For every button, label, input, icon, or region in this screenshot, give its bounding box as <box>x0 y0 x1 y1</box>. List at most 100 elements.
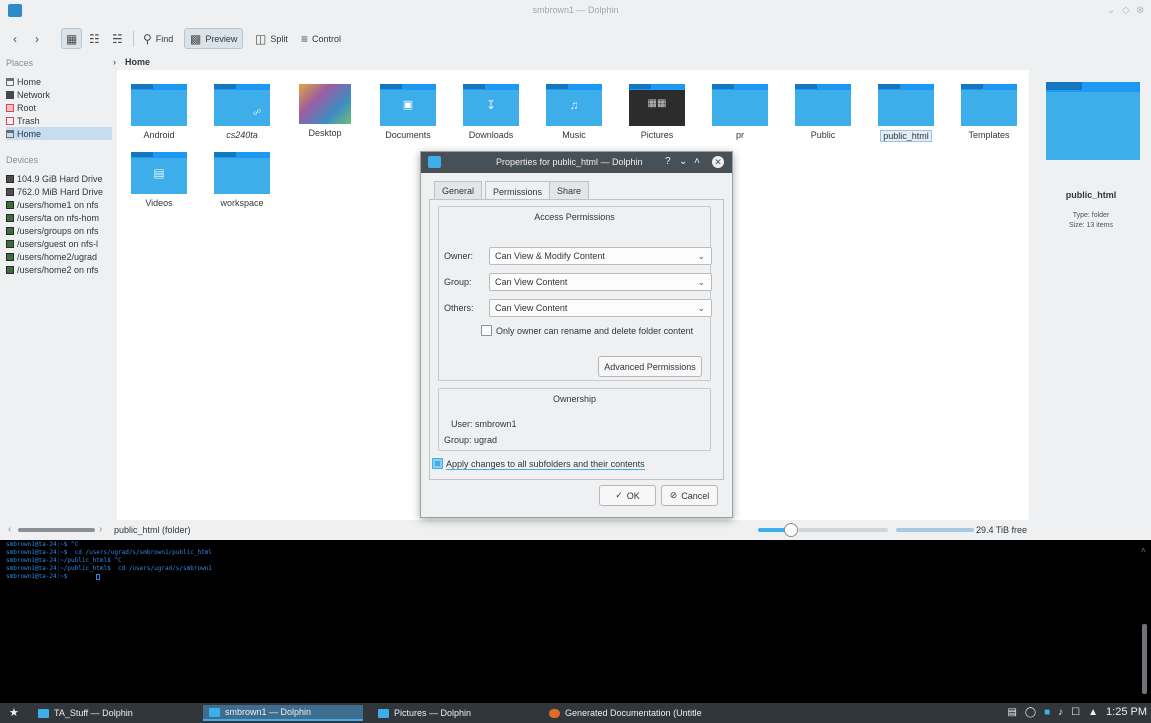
folder-pictures-icon: ▦▦ <box>629 84 685 126</box>
find-button[interactable]: ⚲ Find <box>138 28 178 49</box>
horizontal-scrollbar[interactable] <box>18 528 95 532</box>
system-tray: ▤ ◯ ■ ♪ ☐ ▲ 1:25 PM <box>1007 706 1147 718</box>
file-item-pr[interactable]: pr <box>698 84 782 140</box>
place-home-selected[interactable]: Home <box>6 127 112 140</box>
maximize-icon[interactable]: ◇ <box>1122 5 1130 16</box>
back-button[interactable]: ‹ <box>8 28 22 49</box>
file-item-public-html[interactable]: public_html <box>864 84 948 142</box>
file-item-workspace[interactable]: workspace <box>200 152 284 208</box>
tab-share[interactable]: Share <box>549 181 590 200</box>
device-item[interactable]: 104.9 GiB Hard Drive <box>6 172 112 185</box>
maximize-icon[interactable]: ˄ <box>694 156 700 167</box>
file-label: Music <box>562 130 586 140</box>
file-item-templates[interactable]: Templates <box>947 84 1031 140</box>
folder-link-icon: ☍ <box>214 84 270 126</box>
terminal-line: smbrown1@ta-24:~$ ^C <box>6 541 79 548</box>
details-view-button[interactable]: ☵ <box>107 28 128 49</box>
file-item-desktop[interactable]: Desktop <box>283 84 367 138</box>
device-item[interactable]: /users/guest on nfs-l <box>6 237 112 250</box>
forward-button[interactable]: › <box>30 28 44 49</box>
task-smbrown1[interactable]: smbrown1 — Dolphin <box>203 705 363 721</box>
minimize-icon[interactable]: ⌄ <box>1107 5 1115 16</box>
minimize-icon[interactable]: ⌄ <box>679 156 687 167</box>
task-ta-stuff[interactable]: TA_Stuff — Dolphin <box>32 705 192 721</box>
file-item-android[interactable]: Android <box>117 84 201 140</box>
updates-icon[interactable]: ◯ <box>1025 707 1036 718</box>
terminal-cursor <box>96 574 100 580</box>
zoom-slider-track[interactable] <box>798 528 888 532</box>
file-item-public[interactable]: Public <box>781 84 865 140</box>
chevron-down-icon: ⌄ <box>697 303 705 313</box>
terminal-panel[interactable]: smbrown1@ta-24:~$ ^C smbrown1@ta-24:~$ c… <box>0 540 1151 703</box>
taskbar: ★ TA_Stuff — Dolphin smbrown1 — Dolphin … <box>0 703 1151 723</box>
compact-view-button[interactable]: ☷ <box>84 28 105 49</box>
device-item[interactable]: /users/groups on nfs <box>6 224 112 237</box>
terminal-scroll-thumb[interactable] <box>1142 624 1147 694</box>
task-generated-docs[interactable]: Generated Documentation (Untitle <box>543 705 713 721</box>
close-icon[interactable]: ⊗ <box>1136 5 1144 16</box>
clipboard-icon[interactable]: ▤ <box>1007 707 1016 718</box>
group-label: Group: <box>444 277 472 287</box>
scroll-up-icon[interactable]: ˄ <box>1141 546 1146 555</box>
preview-label: Preview <box>205 33 238 44</box>
tab-general[interactable]: General <box>434 181 483 200</box>
file-item-cs240ta[interactable]: ☍ cs240ta <box>200 84 284 140</box>
only-owner-label: Only owner can rename and delete folder … <box>496 326 694 336</box>
window-titlebar[interactable]: smbrown1 — Dolphin ⌄ ◇ ⊗ <box>0 0 1151 22</box>
file-item-downloads[interactable]: ↧ Downloads <box>449 84 533 140</box>
advanced-permissions-button[interactable]: Advanced Permissions <box>598 356 702 377</box>
close-icon[interactable]: ✕ <box>712 156 724 168</box>
device-item[interactable]: /users/ta on nfs-hom <box>6 211 112 224</box>
file-item-videos[interactable]: ▤ Videos <box>117 152 201 208</box>
apply-recursive-checkbox[interactable] <box>432 458 443 469</box>
group-permission-select[interactable]: Can View Content ⌄ <box>489 273 712 291</box>
device-item[interactable]: 762.0 MiB Hard Drive <box>6 185 112 198</box>
control-button[interactable]: ≡ Control <box>296 28 346 49</box>
info-size: Size: 13 items <box>1069 222 1113 229</box>
zoom-slider-handle[interactable] <box>784 523 798 537</box>
task-pictures[interactable]: Pictures — Dolphin <box>372 705 532 721</box>
split-label: Split <box>270 33 288 44</box>
breadcrumb-home[interactable]: Home <box>125 57 150 67</box>
desktop-thumbnail <box>299 84 351 124</box>
scroll-right-icon[interactable]: › <box>99 524 102 535</box>
place-root[interactable]: Root <box>6 101 112 114</box>
control-label: Control <box>312 33 342 44</box>
device-item[interactable]: /users/home2 on nfs <box>6 263 112 276</box>
others-label: Others: <box>444 303 474 313</box>
split-button[interactable]: ◫ Split <box>250 28 293 49</box>
terminal-scrollbar[interactable]: ˄ <box>1141 546 1148 696</box>
free-space-text: 29.4 TiB free <box>976 525 1028 535</box>
owner-permission-select[interactable]: Can View & Modify Content ⌄ <box>489 247 712 265</box>
dialog-titlebar[interactable]: Properties for public_html — Dolphin ? ⌄… <box>421 152 732 173</box>
volume-icon[interactable]: ♪ <box>1058 707 1063 718</box>
root-folder-icon <box>6 103 14 112</box>
details-view-icon: ☵ <box>112 31 123 46</box>
place-home[interactable]: Home <box>6 75 112 88</box>
tray-expand-icon[interactable]: ▲ <box>1088 707 1098 718</box>
preview-button[interactable]: ▩ Preview <box>184 28 244 49</box>
file-item-documents[interactable]: ▣ Documents <box>366 84 450 140</box>
application-launcher-icon[interactable]: ★ <box>9 706 19 719</box>
display-icon[interactable]: ■ <box>1044 707 1050 718</box>
icons-view-button[interactable]: ▦ <box>61 28 82 49</box>
scroll-left-icon[interactable]: ‹ <box>8 524 11 535</box>
terminal-line: smbrown1@ta-24:~/public_html$ ^C <box>6 557 122 564</box>
tab-permissions[interactable]: Permissions <box>485 181 551 201</box>
ok-button[interactable]: ✓ OK <box>599 485 656 506</box>
device-item[interactable]: /users/home1 on nfs <box>6 198 112 211</box>
file-item-pictures[interactable]: ▦▦ Pictures <box>615 84 699 140</box>
place-network[interactable]: Network <box>6 88 112 101</box>
chevron-right-icon[interactable]: › <box>113 57 116 67</box>
others-permission-select[interactable]: Can View Content ⌄ <box>489 299 712 317</box>
help-icon[interactable]: ? <box>665 156 671 167</box>
place-trash[interactable]: Trash <box>6 114 112 127</box>
notifications-icon[interactable]: ☐ <box>1071 707 1080 718</box>
free-space-bar <box>896 528 974 532</box>
device-item[interactable]: /users/home2/ugrad <box>6 250 112 263</box>
home-icon <box>6 129 14 138</box>
only-owner-checkbox[interactable] <box>481 325 492 336</box>
cancel-button[interactable]: ⊘ Cancel <box>661 485 718 506</box>
clock[interactable]: 1:25 PM <box>1106 706 1147 718</box>
file-item-music[interactable]: ♫ Music <box>532 84 616 140</box>
